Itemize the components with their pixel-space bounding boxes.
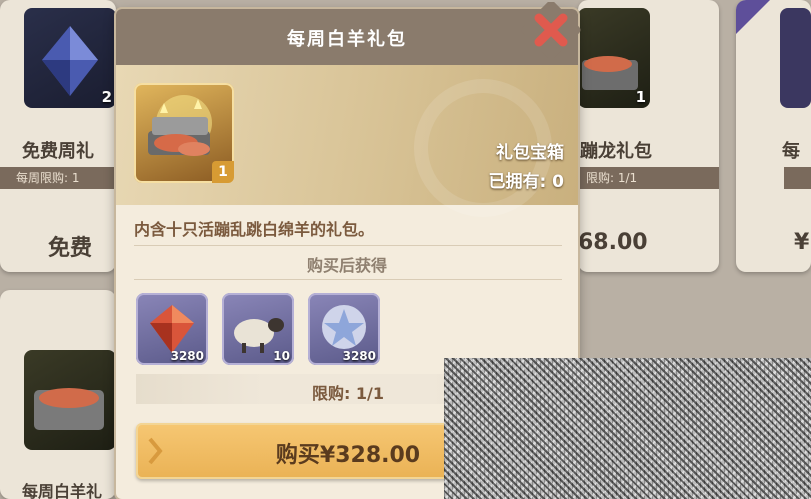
divider [134, 245, 562, 246]
rewards-section-title: 购买后获得 [306, 256, 387, 275]
shop-card-far-right[interactable]: 每 ¥ [736, 0, 811, 272]
shop-card-thumbnail [24, 350, 116, 450]
shop-card-free-weekly[interactable]: 2 免费周礼 每周限购: 1 免费 [0, 0, 116, 272]
shop-card-price: 68.00 [578, 230, 648, 255]
shop-card-thumbnail: 2 [24, 8, 116, 108]
item-owned-label: 已拥有: 0 [488, 172, 564, 192]
shop-card-dragon-pack[interactable]: 1 蹦龙礼包 限购: 1/1 68.00 [578, 0, 719, 272]
shop-card-title: 每周白羊礼 [22, 482, 103, 499]
reward-sheep[interactable]: 10 [222, 293, 294, 365]
shop-card-thumbnail [780, 8, 811, 108]
dialog-header: 每周白羊礼包 [116, 9, 578, 65]
shop-card-title: 蹦龙礼包 [580, 141, 652, 162]
shop-card-title: 免费周礼 [22, 141, 94, 162]
shop-card-price: 免费 [48, 236, 93, 261]
item-type-label: 礼包宝箱 [496, 143, 564, 163]
reward-red-gem[interactable]: 3280 [136, 293, 208, 365]
corner-ribbon [736, 0, 770, 34]
reward-quantity: 10 [273, 349, 290, 363]
treasure-chest-icon [34, 388, 104, 430]
shop-card-count: 2 [101, 88, 112, 106]
shop-card-price: ¥ [794, 230, 810, 255]
shop-card-limit [784, 167, 811, 189]
dialog-title: 每周白羊礼包 [287, 29, 407, 50]
close-x-icon [521, 0, 581, 60]
shop-card-thumbnail: 1 [578, 8, 650, 108]
reward-quantity: 3280 [342, 349, 376, 363]
gift-chest-item[interactable]: 1 [134, 83, 234, 183]
shop-card-limit: 每周限购: 1 [0, 167, 116, 189]
shop-card-limit: 限购: 1/1 [578, 167, 719, 189]
shop-card-title: 每 [782, 141, 800, 162]
reward-quantity: 3280 [170, 349, 204, 363]
pixelated-overlay [444, 358, 811, 499]
shop-card-count: 1 [635, 88, 646, 106]
close-button[interactable] [521, 0, 581, 60]
divider [134, 279, 562, 280]
item-description: 内含十只活蹦乱跳白绵羊的礼包。 [134, 220, 375, 239]
reward-star-medallion[interactable]: 3280 [308, 293, 380, 365]
item-hero-panel: 1 礼包宝箱 已拥有: 0 [116, 65, 578, 217]
shop-card-weekly-sheep[interactable]: 每周白羊礼 [0, 290, 116, 499]
item-count: 1 [212, 161, 234, 183]
